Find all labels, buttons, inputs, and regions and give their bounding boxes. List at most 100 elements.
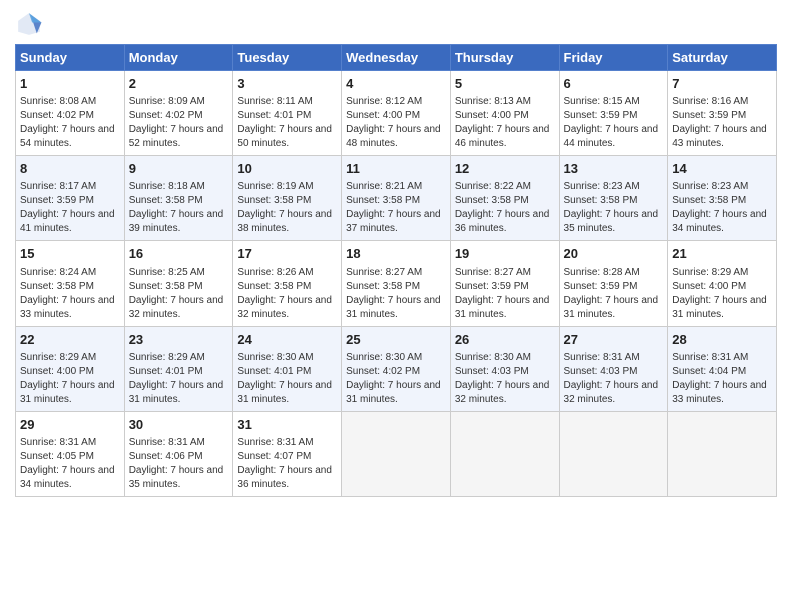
day-number: 17 [237, 245, 337, 263]
day-number: 14 [672, 160, 772, 178]
day-number: 21 [672, 245, 772, 263]
day-info: Sunrise: 8:19 AMSunset: 3:58 PMDaylight:… [237, 181, 332, 234]
day-number: 29 [20, 416, 120, 434]
day-info: Sunrise: 8:25 AMSunset: 3:58 PMDaylight:… [129, 267, 224, 320]
day-info: Sunrise: 8:28 AMSunset: 3:59 PMDaylight:… [564, 267, 659, 320]
day-number: 18 [346, 245, 446, 263]
col-header-wednesday: Wednesday [342, 45, 451, 71]
day-number: 30 [129, 416, 229, 434]
calendar-cell: 31 Sunrise: 8:31 AMSunset: 4:07 PMDayligh… [233, 411, 342, 496]
day-info: Sunrise: 8:26 AMSunset: 3:58 PMDaylight:… [237, 267, 332, 320]
day-info: Sunrise: 8:24 AMSunset: 3:58 PMDaylight:… [20, 267, 115, 320]
day-info: Sunrise: 8:21 AMSunset: 3:58 PMDaylight:… [346, 181, 441, 234]
col-header-thursday: Thursday [450, 45, 559, 71]
header [15, 10, 777, 38]
day-number: 19 [455, 245, 555, 263]
day-number: 12 [455, 160, 555, 178]
day-number: 28 [672, 331, 772, 349]
calendar-cell: 20Sunrise: 8:28 AMSunset: 3:59 PMDayligh… [559, 241, 668, 326]
logo [15, 10, 47, 38]
calendar-cell: 3 Sunrise: 8:11 AMSunset: 4:01 PMDaylight… [233, 71, 342, 156]
day-info: Sunrise: 8:13 AMSunset: 4:00 PMDaylight:… [455, 96, 550, 149]
day-info: Sunrise: 8:31 AMSunset: 4:04 PMDaylight:… [672, 352, 767, 405]
day-number: 2 [129, 75, 229, 93]
calendar-cell: 8Sunrise: 8:17 AMSunset: 3:59 PMDaylight… [16, 156, 125, 241]
day-info: Sunrise: 8:30 AMSunset: 4:01 PMDaylight:… [237, 352, 332, 405]
calendar-cell: 1 Sunrise: 8:08 AMSunset: 4:02 PMDaylight… [16, 71, 125, 156]
calendar-cell: 23Sunrise: 8:29 AMSunset: 4:01 PMDayligh… [124, 326, 233, 411]
calendar-cell [342, 411, 451, 496]
day-number: 1 [20, 75, 120, 93]
calendar-cell: 24 Sunrise: 8:30 AMSunset: 4:01 PMDayligh… [233, 326, 342, 411]
day-number: 22 [20, 331, 120, 349]
calendar-cell: 14 Sunrise: 8:23 AMSunset: 3:58 PMDayligh… [668, 156, 777, 241]
calendar-table: SundayMondayTuesdayWednesdayThursdayFrid… [15, 44, 777, 497]
col-header-saturday: Saturday [668, 45, 777, 71]
col-header-friday: Friday [559, 45, 668, 71]
calendar-cell: 10Sunrise: 8:19 AMSunset: 3:58 PMDayligh… [233, 156, 342, 241]
day-number: 7 [672, 75, 772, 93]
calendar-cell: 7 Sunrise: 8:16 AMSunset: 3:59 PMDaylight… [668, 71, 777, 156]
calendar-cell: 16 Sunrise: 8:25 AMSunset: 3:58 PMDayligh… [124, 241, 233, 326]
calendar-cell [559, 411, 668, 496]
day-info: Sunrise: 8:31 AMSunset: 4:05 PMDaylight:… [20, 437, 115, 490]
calendar-cell: 27Sunrise: 8:31 AMSunset: 4:03 PMDayligh… [559, 326, 668, 411]
day-info: Sunrise: 8:17 AMSunset: 3:59 PMDaylight:… [20, 181, 115, 234]
day-info: Sunrise: 8:30 AMSunset: 4:02 PMDaylight:… [346, 352, 441, 405]
day-info: Sunrise: 8:30 AMSunset: 4:03 PMDaylight:… [455, 352, 550, 405]
calendar-cell: 28 Sunrise: 8:31 AMSunset: 4:04 PMDayligh… [668, 326, 777, 411]
calendar-cell: 5 Sunrise: 8:13 AMSunset: 4:00 PMDaylight… [450, 71, 559, 156]
day-number: 15 [20, 245, 120, 263]
day-number: 6 [564, 75, 664, 93]
day-info: Sunrise: 8:12 AMSunset: 4:00 PMDaylight:… [346, 96, 441, 149]
day-info: Sunrise: 8:22 AMSunset: 3:58 PMDaylight:… [455, 181, 550, 234]
day-number: 31 [237, 416, 337, 434]
calendar-cell: 2 Sunrise: 8:09 AMSunset: 4:02 PMDaylight… [124, 71, 233, 156]
day-info: Sunrise: 8:29 AMSunset: 4:00 PMDaylight:… [20, 352, 115, 405]
calendar-cell: 22 Sunrise: 8:29 AMSunset: 4:00 PMDayligh… [16, 326, 125, 411]
header-row: SundayMondayTuesdayWednesdayThursdayFrid… [16, 45, 777, 71]
calendar-cell: 29 Sunrise: 8:31 AMSunset: 4:05 PMDayligh… [16, 411, 125, 496]
calendar-cell: 18 Sunrise: 8:27 AMSunset: 3:58 PMDayligh… [342, 241, 451, 326]
calendar-cell: 15 Sunrise: 8:24 AMSunset: 3:58 PMDayligh… [16, 241, 125, 326]
day-info: Sunrise: 8:18 AMSunset: 3:58 PMDaylight:… [129, 181, 224, 234]
calendar-cell: 11 Sunrise: 8:21 AMSunset: 3:58 PMDayligh… [342, 156, 451, 241]
day-number: 11 [346, 160, 446, 178]
col-header-monday: Monday [124, 45, 233, 71]
day-number: 3 [237, 75, 337, 93]
day-info: Sunrise: 8:08 AMSunset: 4:02 PMDaylight:… [20, 96, 115, 149]
day-info: Sunrise: 8:11 AMSunset: 4:01 PMDaylight:… [237, 96, 332, 149]
day-info: Sunrise: 8:29 AMSunset: 4:01 PMDaylight:… [129, 352, 224, 405]
col-header-tuesday: Tuesday [233, 45, 342, 71]
day-number: 13 [564, 160, 664, 178]
day-info: Sunrise: 8:27 AMSunset: 3:58 PMDaylight:… [346, 267, 441, 320]
day-number: 24 [237, 331, 337, 349]
day-number: 5 [455, 75, 555, 93]
calendar-cell: 30 Sunrise: 8:31 AMSunset: 4:06 PMDayligh… [124, 411, 233, 496]
day-number: 9 [129, 160, 229, 178]
calendar-cell [450, 411, 559, 496]
day-info: Sunrise: 8:16 AMSunset: 3:59 PMDaylight:… [672, 96, 767, 149]
day-info: Sunrise: 8:23 AMSunset: 3:58 PMDaylight:… [672, 181, 767, 234]
week-row-5: 29 Sunrise: 8:31 AMSunset: 4:05 PMDayligh… [16, 411, 777, 496]
day-info: Sunrise: 8:29 AMSunset: 4:00 PMDaylight:… [672, 267, 767, 320]
page-container: SundayMondayTuesdayWednesdayThursdayFrid… [0, 0, 792, 507]
week-row-4: 22 Sunrise: 8:29 AMSunset: 4:00 PMDayligh… [16, 326, 777, 411]
week-row-3: 15 Sunrise: 8:24 AMSunset: 3:58 PMDayligh… [16, 241, 777, 326]
day-number: 4 [346, 75, 446, 93]
logo-icon [15, 10, 43, 38]
calendar-cell: 17 Sunrise: 8:26 AMSunset: 3:58 PMDayligh… [233, 241, 342, 326]
calendar-cell: 4 Sunrise: 8:12 AMSunset: 4:00 PMDaylight… [342, 71, 451, 156]
day-number: 16 [129, 245, 229, 263]
week-row-1: 1 Sunrise: 8:08 AMSunset: 4:02 PMDaylight… [16, 71, 777, 156]
calendar-cell [668, 411, 777, 496]
calendar-cell: 26Sunrise: 8:30 AMSunset: 4:03 PMDayligh… [450, 326, 559, 411]
col-header-sunday: Sunday [16, 45, 125, 71]
calendar-cell: 9 Sunrise: 8:18 AMSunset: 3:58 PMDaylight… [124, 156, 233, 241]
day-info: Sunrise: 8:31 AMSunset: 4:06 PMDaylight:… [129, 437, 224, 490]
calendar-cell: 12 Sunrise: 8:22 AMSunset: 3:58 PMDayligh… [450, 156, 559, 241]
day-info: Sunrise: 8:09 AMSunset: 4:02 PMDaylight:… [129, 96, 224, 149]
day-info: Sunrise: 8:31 AMSunset: 4:07 PMDaylight:… [237, 437, 332, 490]
calendar-cell: 6 Sunrise: 8:15 AMSunset: 3:59 PMDaylight… [559, 71, 668, 156]
day-info: Sunrise: 8:15 AMSunset: 3:59 PMDaylight:… [564, 96, 659, 149]
